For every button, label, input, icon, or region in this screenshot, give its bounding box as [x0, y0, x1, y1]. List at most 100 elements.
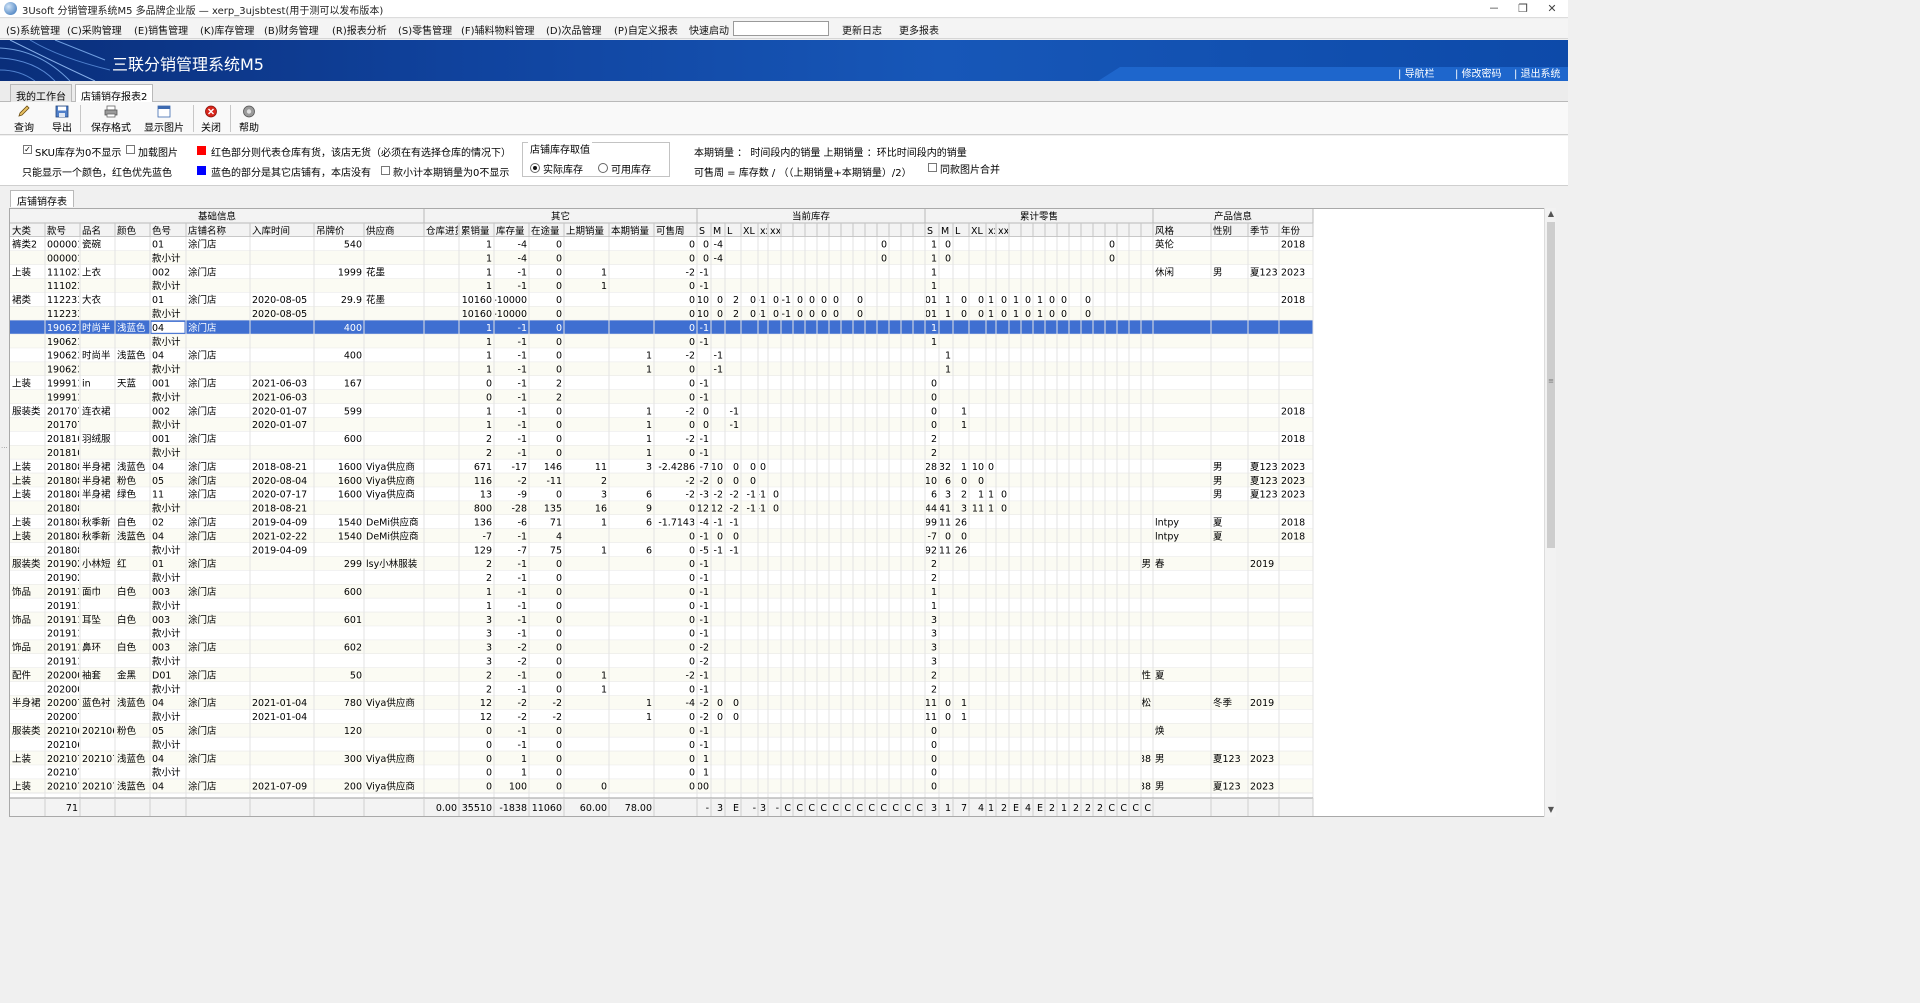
table-row[interactable]: 上装 201808秋季新 浅蓝色 04 涂门店 2021-02-22 1540 DeMi供应商…: [10, 528, 1313, 544]
menu-custom-reports[interactable]: (P)自定义报表: [614, 22, 678, 37]
table-cell: 浅蓝色: [117, 530, 146, 542]
menu-materials[interactable]: (F)辅料物料管理: [461, 22, 535, 37]
table-row[interactable]: 190623时尚半 浅蓝色 04 涂门店 400 1 -1 0 1 -2 -1 1: [10, 348, 1313, 363]
table-cell: 0: [703, 240, 709, 251]
close-window-button[interactable]: ✕: [1541, 1, 1563, 16]
table-cell: 0: [931, 379, 937, 390]
load-image-checkbox[interactable]: [126, 145, 135, 154]
nav-bar-link[interactable]: | 导航栏: [1398, 65, 1435, 80]
scrollbar-thumb[interactable]: [1547, 222, 1555, 548]
table-row[interactable]: 裙类 112233大衣 01 涂门店 2020-08-05 29.9 花墨 10160 -100…: [10, 292, 1313, 307]
menu-defects[interactable]: (D)次品管理: [546, 22, 602, 37]
table-row[interactable]: 201707 款小计 2020-01-07 1 -1 0 1 0 0 -1 0 1: [10, 417, 1313, 433]
table-row[interactable]: 饰品 201911鼻环 白色 003 涂门店 602 3 -2 0 0 -2 3: [10, 640, 1313, 655]
menu-retail[interactable]: (S)零售管理: [398, 22, 452, 37]
table-row[interactable]: 201808 款小计 2019-04-09 129 -7 75 1 6 0 -5 -1 -1 92 11 2…: [10, 542, 1313, 558]
table-cell: -1: [518, 392, 527, 403]
table-row[interactable]: 202107 款小计 0 1 0 0 1 0: [10, 765, 1313, 780]
table-cell: 1: [945, 365, 951, 376]
update-log-link[interactable]: 更新日志: [842, 22, 882, 37]
table-cell: -1: [518, 448, 527, 459]
table-row[interactable]: 半身裙 202007蓝色衬 浅蓝色 04 涂门店 2021-01-04 780 Viya供应商…: [10, 695, 1313, 711]
table-cell: 款小计: [152, 600, 181, 612]
table-row[interactable]: 饰品 201911耳坠 白色 003 涂门店 601 3 -1 0 0 -1 3: [10, 612, 1313, 627]
table-cell: 0: [773, 309, 779, 320]
sku-zero-hide-checkbox[interactable]: ✓: [23, 145, 32, 154]
table-row[interactable]: 上装 201808半身裙 浅蓝色 04 涂门店 2018-08-21 1600 Viya供应商…: [10, 459, 1313, 474]
menu-sales[interactable]: (E)销售管理: [134, 22, 188, 37]
table-row[interactable]: 201911 款小计 1 -1 0 0 -1 1: [10, 598, 1313, 613]
report-grid[interactable]: 基础信息 其它 当前库存 累计零售 产品信息 大类 款号 品名 颜色 色号 店铺名称 入库时间 吊牌价 供…: [9, 208, 1553, 817]
table-row[interactable]: 190621 款小计 1 -1 0 0 -1 1: [10, 334, 1313, 349]
table-row[interactable]: 190621时尚半 浅蓝色 04 涂门店 400 1 -1 0 0 -1 1: [10, 320, 1313, 335]
table-row[interactable]: 上装 201808秋季新 白色 02 涂门店 2019-04-09 1540 DeMi供应商 1…: [10, 515, 1313, 530]
table-cell: 天蓝: [117, 378, 137, 390]
menu-purchase[interactable]: (C)采购管理: [67, 22, 122, 37]
restore-button[interactable]: ❐: [1512, 1, 1534, 16]
splitter-grip-icon[interactable]: ···: [1, 445, 8, 452]
tab-store-report[interactable]: 店铺销存报表2: [75, 84, 154, 103]
logout-link[interactable]: | 退出系统: [1514, 65, 1561, 80]
table-row[interactable]: 饰品 201911面巾 白色 003 涂门店 600 1 -1 0 0 -1 1: [10, 584, 1313, 599]
subtotal-zero-checkbox[interactable]: [381, 166, 390, 175]
table-row[interactable]: 201902 款小计 2 -1 0 0 -1 2: [10, 570, 1313, 585]
table-row[interactable]: 201810羽绒服 001 涂门店 600 2 -1 0 1 -2 -1 2 2018: [10, 431, 1313, 446]
table-cell: 0: [1061, 309, 1067, 320]
table-row[interactable]: 111023 款小计 1 -1 0 1 0 -1 1: [10, 278, 1313, 294]
available-stock-radio[interactable]: [598, 163, 608, 173]
table-row[interactable]: 201808 款小计 2018-08-21 800 -28 135 16 9 0-12-12 -2…: [10, 501, 1313, 516]
table-cell: 1: [931, 281, 937, 292]
save-format-button[interactable]: 保存格式: [88, 103, 134, 134]
table-cell: 02: [152, 518, 164, 529]
menu-finance[interactable]: (B)财务管理: [264, 22, 319, 37]
table-row[interactable]: 上装 201808半身裙 粉色 05 涂门店 2020-08-04 1600 Viya供应商 1…: [10, 473, 1313, 488]
table-row[interactable]: 上装 202107202107浅蓝色 04 涂门店 2021-07-09 200 Viya供…: [10, 779, 1313, 794]
table-row[interactable]: 上装 111023上衣 002 涂门店 1999 花墨 1 -1 0 1 -2 -1 1 休闲男夏1230…: [10, 264, 1313, 280]
table-row[interactable]: 裤类2 000001瓷碗 01 涂门店 540 1 -4 0 0 0 -4 0 1 0 0 英伦 2018: [10, 237, 1313, 252]
table-row[interactable]: 112233 款小计 2020-08-05 10160 -10000 0 0-10 0 2 0 -1…: [10, 306, 1313, 321]
menu-inventory[interactable]: (K)库存管理: [200, 22, 254, 37]
scroll-down-icon[interactable]: ▼: [1545, 804, 1557, 816]
change-password-link[interactable]: | 修改密码: [1455, 65, 1502, 80]
table-row[interactable]: 201911 款小计 3 -1 0 0 -1 3: [10, 626, 1313, 641]
table-cell: 2: [486, 573, 492, 584]
table-row[interactable]: 190623 款小计 1 -1 0 1 0 -1 1: [10, 362, 1313, 377]
table-row[interactable]: 202106 款小计 0 -1 0 0 -1 0: [10, 737, 1313, 752]
table-cell: 0: [717, 476, 723, 487]
actual-stock-radio[interactable]: [530, 163, 540, 173]
table-row[interactable]: 配件202000袖套金黑D01涂门店502-101-2-12中性夏: [10, 667, 1313, 683]
table-row[interactable]: 服装类 201902小林短红 01 涂门店 299 lsy小林服装 2 -1 0 0 -1 2 男春 20…: [10, 556, 1313, 572]
tab-store-sales-inventory[interactable]: 店铺销存表: [10, 190, 74, 208]
table-cell: 夏: [1155, 670, 1165, 681]
minimize-button[interactable]: －: [1483, 1, 1505, 16]
table-row[interactable]: 上装 201808半身裙 绿色 11 涂门店 2020-07-17 1600 Viya供应商 1…: [10, 487, 1313, 502]
quick-launch-input[interactable]: [733, 21, 829, 36]
table-cell: 2019: [1250, 559, 1274, 570]
query-button[interactable]: 查询: [12, 103, 36, 134]
more-reports-link[interactable]: 更多报表: [899, 22, 939, 37]
table-cell: 1: [486, 406, 492, 417]
table-row[interactable]: 000001 款小计 1 -4 0 0 0 -4 0 1 0 0: [10, 250, 1313, 266]
menu-system[interactable]: (S)系统管理: [6, 22, 60, 37]
table-row[interactable]: 服装类 202106202106粉色 05 涂门店 120 0 -1 0 0 -1 0 焕: [10, 723, 1313, 738]
table-cell: 202000: [47, 670, 83, 681]
table-row[interactable]: 199911 款小计 2021-06-03 0 -1 2 0 -1 0: [10, 389, 1313, 405]
merge-images-checkbox[interactable]: [928, 163, 937, 172]
table-row[interactable]: 上装 199911in 天蓝 001 涂门店 2021-06-03 167 0 -1 2 0 -1 0: [10, 376, 1313, 391]
close-button[interactable]: 关闭: [199, 103, 223, 134]
menu-reports[interactable]: (R)报表分析: [332, 22, 387, 37]
vertical-scrollbar[interactable]: ▲ ≡ ▼: [1544, 208, 1556, 817]
help-button[interactable]: 帮助: [237, 103, 261, 134]
table-row[interactable]: 201810 款小计 2 -1 0 1 0 -1 2: [10, 445, 1313, 460]
table-cell: 涂门店: [188, 294, 217, 306]
show-image-button[interactable]: 显示图片: [141, 103, 187, 134]
table-row[interactable]: 上装202107202107浅蓝色04涂门店300Viya供应商01001088…: [10, 751, 1313, 766]
table-row[interactable]: 202007 款小计 2021-01-04 12 -2 -2 1 0 -2 0 0 11 0 1: [10, 709, 1313, 724]
table-row[interactable]: 服装类 201707连衣裙 002 涂门店 2020-01-07 599 1 -1 0 1 -2 0 -…: [10, 403, 1313, 419]
table-row[interactable]: 201911 款小计 3 -2 0 0 -2 3: [10, 654, 1313, 669]
export-button[interactable]: 导出: [50, 103, 74, 134]
table-cell: 1: [1037, 309, 1043, 320]
tab-workbench[interactable]: 我的工作台: [10, 84, 72, 103]
table-row[interactable]: 202000 款小计 2 -1 0 1 0 -1 2: [10, 681, 1313, 697]
scroll-up-icon[interactable]: ▲: [1545, 208, 1557, 220]
